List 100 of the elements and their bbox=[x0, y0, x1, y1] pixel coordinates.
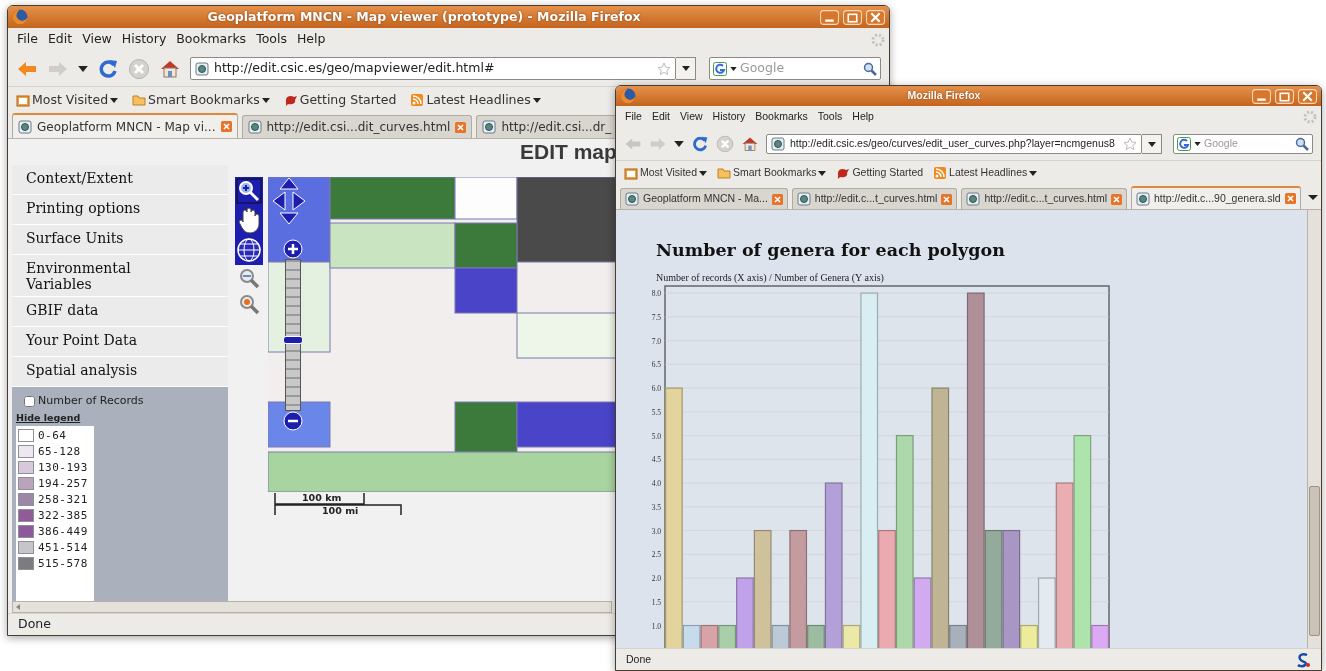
address-bar[interactable]: http://edit.csic.es/geo/curves/edit_user_curves.php?layer=ncmgenus8 bbox=[766, 134, 1142, 154]
address-bar[interactable]: http://edit.csic.es/geo/mapviewer/edit.html# bbox=[190, 57, 676, 80]
bookmark-star-icon[interactable] bbox=[1123, 137, 1137, 151]
tab[interactable]: http://edit.csi...dit_curves.html bbox=[241, 115, 473, 138]
pan-right-button[interactable] bbox=[292, 191, 306, 211]
minimize-button[interactable] bbox=[820, 9, 839, 25]
scale-label: 100 km bbox=[302, 492, 342, 503]
sidebar-item[interactable]: Printing options bbox=[12, 195, 228, 225]
home-button[interactable] bbox=[741, 135, 759, 153]
tab[interactable]: http://edit.csi...dr_ bbox=[476, 115, 618, 138]
bookmark-item[interactable]: Getting Started bbox=[283, 90, 397, 110]
tab[interactable]: Geoplatform MNCN - Ma... bbox=[620, 188, 788, 209]
close-icon[interactable] bbox=[771, 193, 783, 205]
globe-icon[interactable] bbox=[236, 236, 262, 264]
caret-icon bbox=[1147, 141, 1156, 147]
address-dropdown-button[interactable] bbox=[676, 57, 696, 80]
caret-icon[interactable] bbox=[1194, 142, 1201, 146]
address-dropdown-button[interactable] bbox=[1142, 134, 1162, 154]
bookmark-item[interactable]: Smart Bookmarks bbox=[717, 165, 827, 181]
maximize-button[interactable] bbox=[1275, 88, 1294, 104]
menu-item[interactable]: File bbox=[12, 30, 43, 49]
legend-label: 451-514 bbox=[38, 541, 88, 555]
menu-item[interactable]: Tools bbox=[812, 109, 848, 125]
reload-button[interactable] bbox=[97, 57, 119, 80]
sidebar-item[interactable]: Spatial analysis bbox=[12, 357, 228, 387]
hide-legend-link[interactable]: Hide legend bbox=[16, 410, 81, 425]
zoom-box-icon[interactable] bbox=[236, 178, 262, 204]
browser-logo-icon bbox=[12, 9, 28, 25]
menu-item[interactable]: Edit bbox=[646, 109, 675, 125]
tab[interactable]: http://edit.c...t_curves.html bbox=[961, 188, 1127, 209]
reload-button[interactable] bbox=[691, 135, 709, 153]
address-field[interactable]: http://edit.csic.es/geo/curves/edit_user_curves.php?layer=ncmgenus8 bbox=[790, 136, 1118, 152]
sidebar-item[interactable]: Surface Units bbox=[12, 225, 228, 255]
close-icon[interactable] bbox=[455, 121, 467, 133]
close-button[interactable] bbox=[1298, 88, 1317, 104]
search-field[interactable]: Google bbox=[1204, 136, 1292, 152]
search-engine-icon[interactable] bbox=[713, 61, 727, 76]
hand-icon[interactable] bbox=[236, 206, 262, 234]
page-icon bbox=[482, 120, 497, 134]
pan-left-button[interactable] bbox=[272, 191, 286, 211]
bookmark-item[interactable]: Most Visited bbox=[624, 165, 707, 181]
bookmark-star-icon[interactable] bbox=[657, 61, 671, 76]
menu-item[interactable]: File bbox=[620, 109, 647, 125]
zoom-slider[interactable] bbox=[285, 259, 301, 411]
search-bar[interactable]: Google bbox=[1173, 134, 1313, 154]
sidebar-item[interactable]: Your Point Data bbox=[12, 327, 228, 357]
folder-icon bbox=[132, 93, 147, 107]
menu-item[interactable]: History bbox=[116, 30, 172, 49]
tab[interactable]: http://edit.c...t_curves.html bbox=[791, 188, 958, 209]
zoom-in-button[interactable] bbox=[283, 239, 303, 259]
magnifier-icon[interactable] bbox=[237, 267, 261, 291]
search-bar[interactable]: Google bbox=[709, 57, 881, 80]
page-icon bbox=[195, 61, 209, 76]
checkbox[interactable] bbox=[24, 395, 35, 407]
menu-item[interactable]: Tools bbox=[251, 30, 292, 49]
search-icon[interactable] bbox=[863, 61, 877, 76]
vertical-scrollbar[interactable] bbox=[1307, 210, 1321, 648]
close-icon[interactable] bbox=[941, 193, 953, 205]
search-field[interactable]: Google bbox=[740, 59, 860, 78]
history-caret-icon[interactable] bbox=[674, 141, 684, 147]
menu-item[interactable]: Help bbox=[291, 30, 331, 49]
search-icon[interactable] bbox=[1295, 137, 1309, 151]
pan-down-button[interactable] bbox=[279, 212, 299, 225]
bookmark-item[interactable]: Latest Headlines bbox=[410, 90, 541, 110]
close-icon[interactable] bbox=[220, 121, 232, 132]
close-button[interactable] bbox=[866, 9, 885, 25]
sidebar-item[interactable]: Environmental Variables bbox=[12, 255, 228, 297]
search-engine-icon[interactable] bbox=[1177, 137, 1191, 151]
caret-icon[interactable] bbox=[730, 66, 737, 71]
menu-item[interactable]: View bbox=[77, 30, 117, 49]
menu-item[interactable]: Bookmarks bbox=[750, 109, 813, 125]
sidebar-item[interactable]: Context/Extent bbox=[12, 165, 228, 195]
bookmark-item[interactable]: Smart Bookmarks bbox=[132, 90, 270, 110]
bookmark-item[interactable]: Getting Started bbox=[836, 165, 924, 181]
history-caret-icon[interactable] bbox=[78, 65, 88, 72]
menu-item[interactable]: Edit bbox=[42, 30, 78, 49]
bookmark-item[interactable]: Most Visited bbox=[16, 90, 119, 110]
sidebar-item[interactable]: GBIF data bbox=[12, 297, 228, 327]
tab[interactable]: Geoplatform MNCN - Map vi... bbox=[12, 113, 238, 138]
close-icon[interactable] bbox=[1284, 193, 1296, 204]
bookmark-item[interactable]: Latest Headlines bbox=[933, 165, 1038, 181]
menu-item[interactable]: View bbox=[675, 109, 708, 125]
page-icon bbox=[247, 120, 262, 134]
address-field[interactable]: http://edit.csic.es/geo/mapviewer/edit.html# bbox=[214, 59, 652, 78]
addon-icon bbox=[1295, 651, 1311, 668]
magnifier-icon[interactable] bbox=[237, 293, 261, 317]
bug-icon bbox=[836, 166, 851, 180]
menu-item[interactable]: Help bbox=[847, 109, 879, 125]
pan-up-button[interactable] bbox=[279, 177, 299, 190]
menu-item[interactable]: Bookmarks bbox=[171, 30, 252, 49]
zoom-out-button[interactable] bbox=[283, 411, 303, 431]
close-icon[interactable] bbox=[1111, 193, 1122, 205]
window-title: Geoplatform MNCN - Map viewer (prototype) - Mozilla Firefox bbox=[206, 7, 642, 26]
maximize-button[interactable] bbox=[843, 9, 862, 25]
slider-thumb[interactable] bbox=[283, 335, 303, 344]
minimize-button[interactable] bbox=[1252, 88, 1271, 104]
menu-item[interactable]: History bbox=[707, 109, 751, 125]
page-icon bbox=[771, 137, 785, 151]
tab[interactable]: http://edit.c...90_genera.sld bbox=[1131, 186, 1301, 209]
horizontal-scrollbar[interactable] bbox=[12, 601, 612, 613]
